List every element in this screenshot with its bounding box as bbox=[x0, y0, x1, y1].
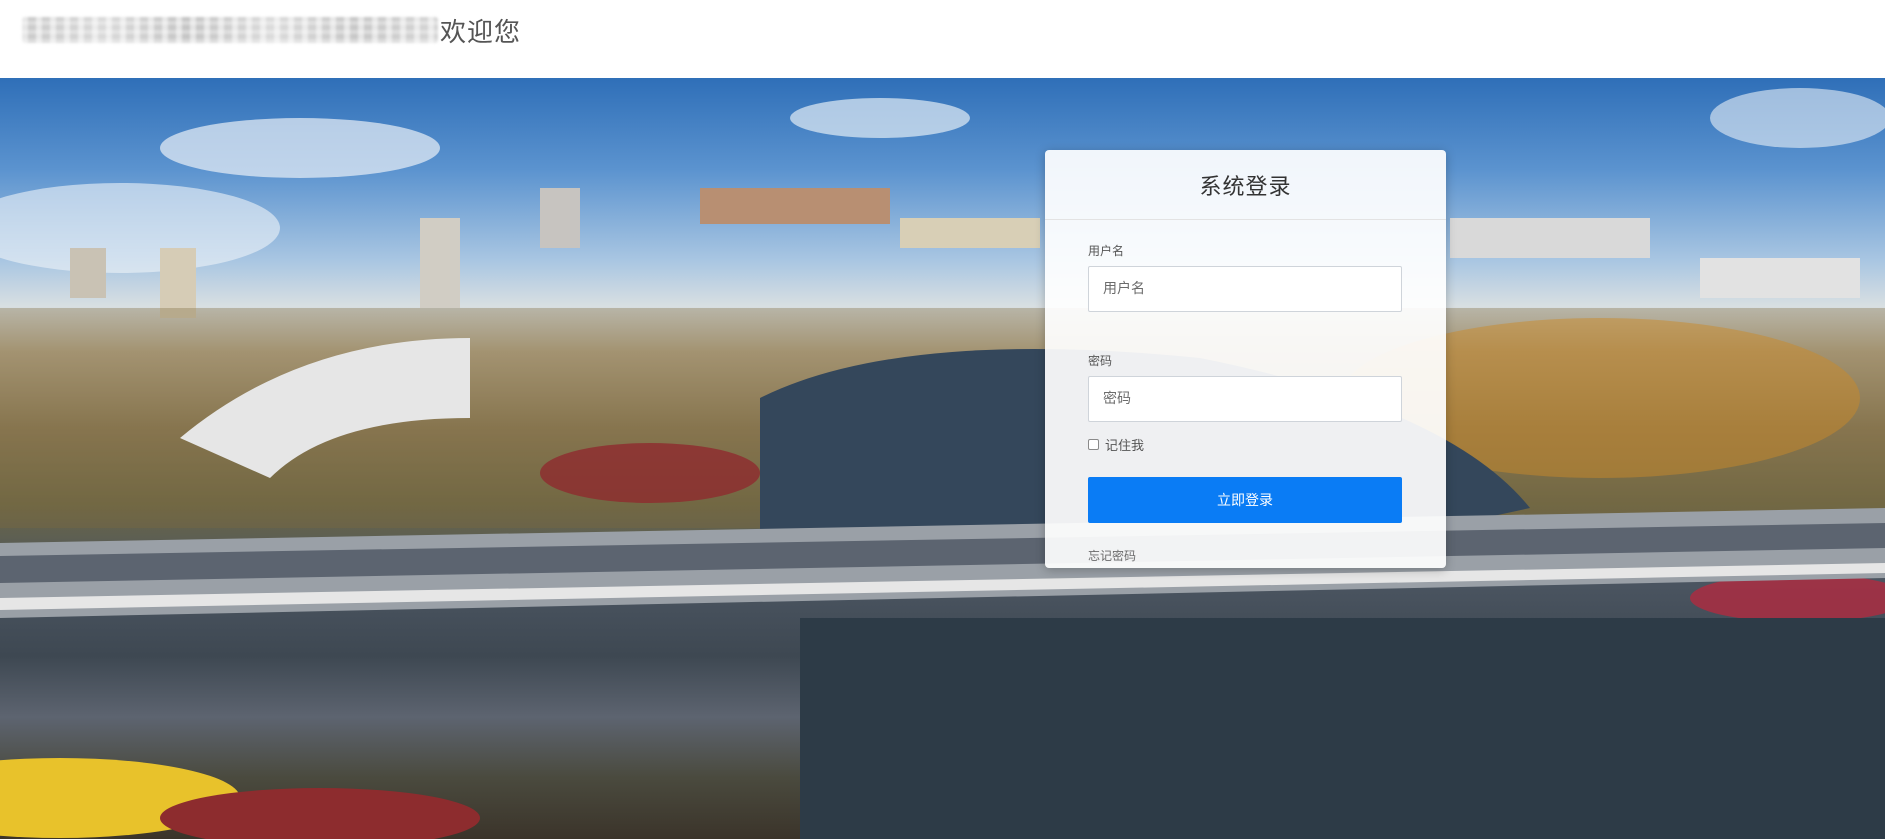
login-panel: 系统登录 用户名 密码 记住我 立即登录 忘记密码 bbox=[1045, 150, 1446, 568]
forgot-password-link[interactable]: 忘记密码 bbox=[1088, 547, 1402, 564]
background-city-image bbox=[0, 78, 1885, 839]
login-panel-header: 系统登录 bbox=[1045, 150, 1446, 220]
login-button[interactable]: 立即登录 bbox=[1088, 477, 1402, 523]
login-title: 系统登录 bbox=[1199, 174, 1292, 200]
site-title: 欢迎您 bbox=[22, 12, 521, 48]
welcome-text: 欢迎您 bbox=[440, 17, 522, 48]
top-header: 欢迎您 bbox=[0, 0, 1885, 78]
password-label: 密码 bbox=[1088, 354, 1113, 368]
login-form: 用户名 密码 记住我 立即登录 忘记密码 bbox=[1045, 220, 1446, 564]
remember-me-checkbox[interactable] bbox=[1088, 438, 1099, 450]
username-field-group: 用户名 bbox=[1088, 244, 1402, 312]
remember-me-row[interactable]: 记住我 bbox=[1088, 434, 1402, 454]
remember-me-label[interactable]: 记住我 bbox=[1105, 435, 1144, 454]
city-scene-illustration bbox=[0, 88, 1885, 839]
username-label: 用户名 bbox=[1088, 244, 1125, 258]
username-input[interactable] bbox=[1088, 266, 1402, 312]
password-input[interactable] bbox=[1088, 376, 1402, 422]
password-field-group: 密码 bbox=[1088, 354, 1402, 422]
blurred-site-name bbox=[22, 17, 438, 43]
